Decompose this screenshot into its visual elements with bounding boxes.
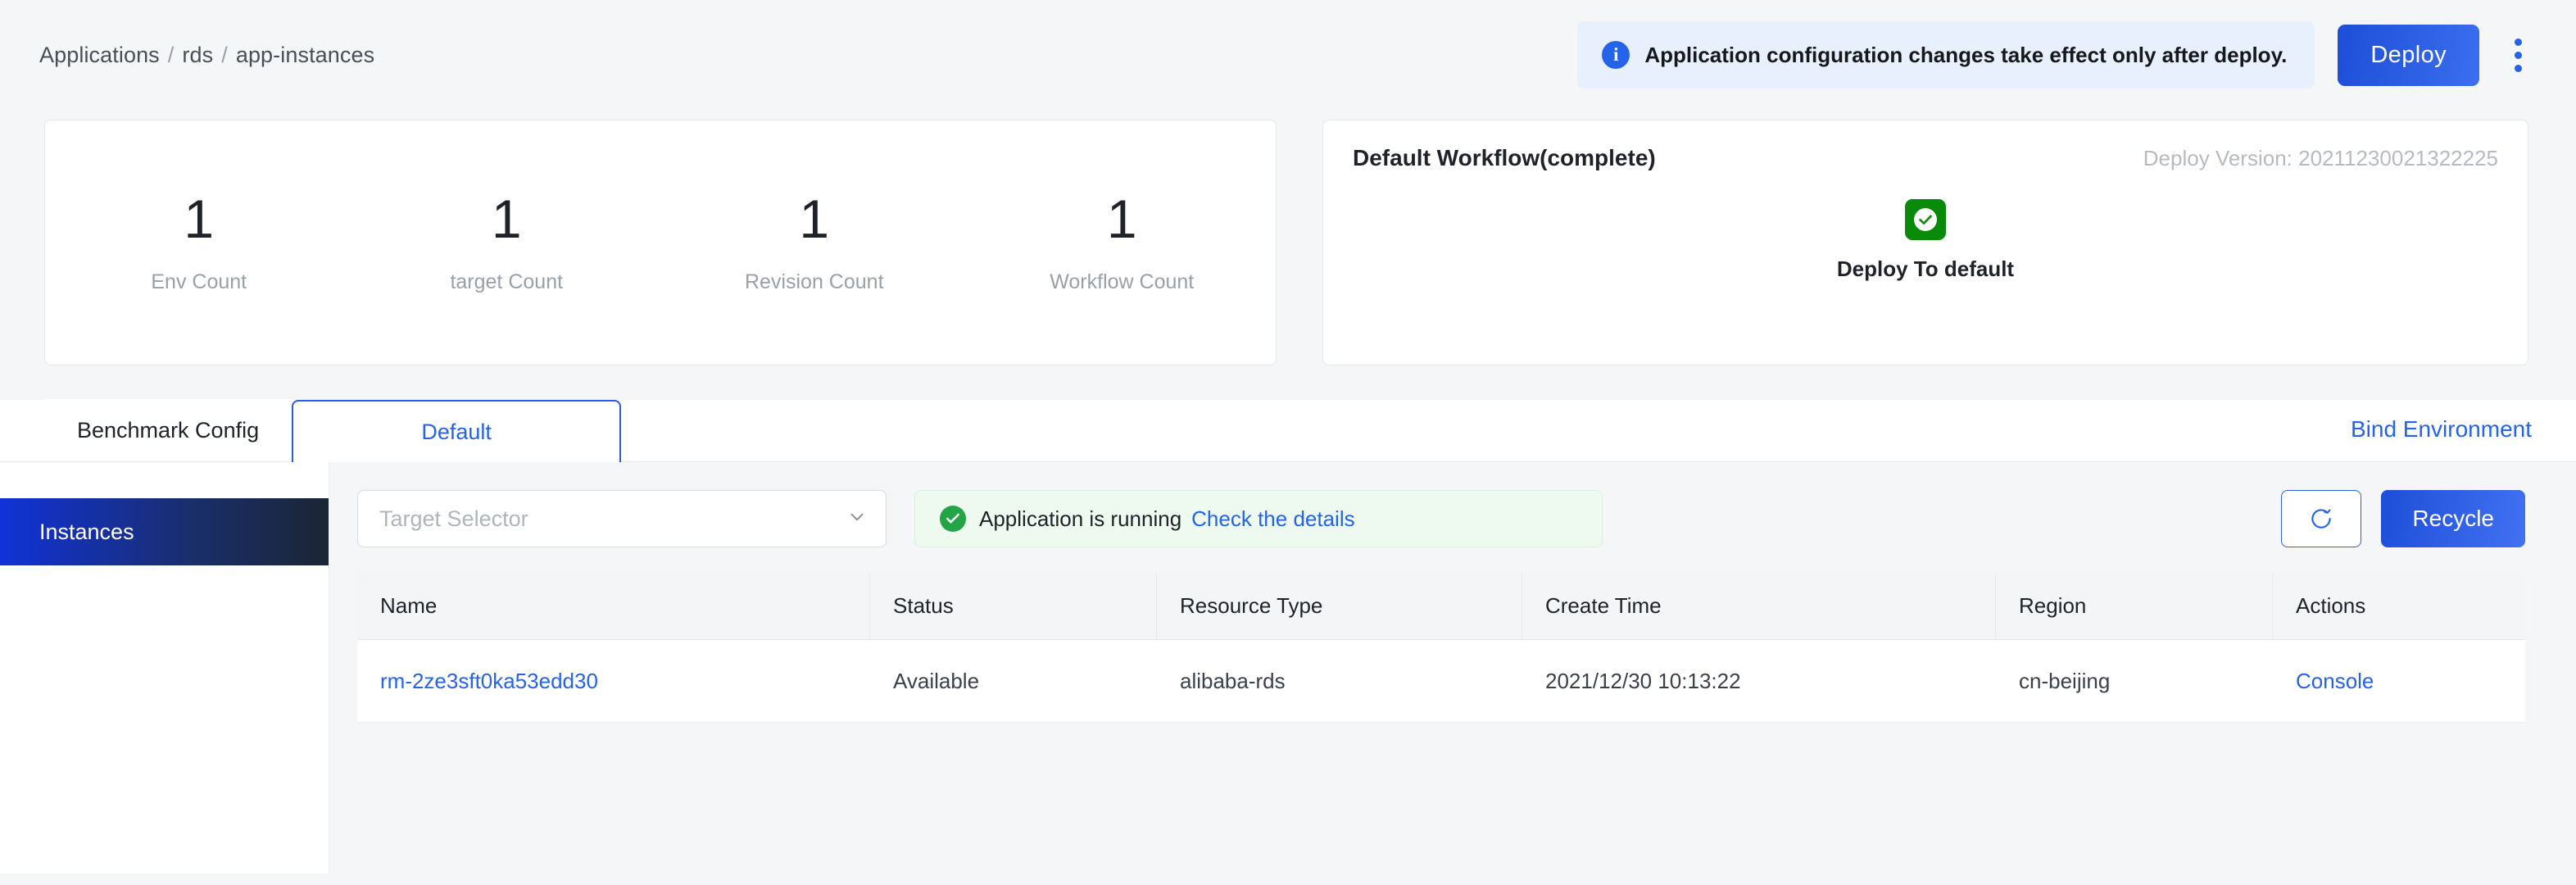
cell-name: rm-2ze3sft0ka53edd30 <box>357 640 870 722</box>
stat-value: 1 <box>45 192 353 246</box>
column-header-create-time[interactable]: Create Time <box>1522 572 1996 639</box>
cell-region: cn-beijing <box>1996 640 2273 722</box>
breadcrumb-item-applications[interactable]: Applications <box>39 43 160 67</box>
workflow-node-label: Deploy To default <box>1837 256 2014 282</box>
stats-card: 1 Env Count 1 target Count 1 Revision Co… <box>44 120 1277 365</box>
main-body: Instances Target Selector Application is… <box>0 462 2576 874</box>
workflow-title: Default Workflow(complete) <box>1353 145 1656 171</box>
bind-environment-link[interactable]: Bind Environment <box>2351 416 2532 446</box>
cell-resource-type: alibaba-rds <box>1157 640 1522 722</box>
chevron-down-icon <box>846 506 868 532</box>
deploy-version-label: Deploy Version: 20211230021322225 <box>2143 146 2498 171</box>
app-status-alert: Application is running Check the details <box>914 490 1603 547</box>
column-header-status[interactable]: Status <box>870 572 1157 639</box>
deploy-notice-banner: i Application configuration changes take… <box>1577 21 2315 88</box>
stat-revision-count: 1 Revision Count <box>660 192 968 294</box>
check-success-icon <box>1905 199 1946 240</box>
breadcrumb-separator: / <box>160 43 183 67</box>
top-bar: Applications/rds/app-instances i Applica… <box>0 0 2576 110</box>
stat-workflow-count: 1 Workflow Count <box>968 192 1277 294</box>
deploy-notice-text: Application configuration changes take e… <box>1644 43 2287 68</box>
content-area: Target Selector Application is running C… <box>329 462 2576 874</box>
refresh-icon[interactable] <box>2281 490 2361 547</box>
kebab-menu-icon[interactable] <box>2489 26 2547 84</box>
breadcrumb-item-app-instances[interactable]: app-instances <box>236 43 374 67</box>
info-icon: i <box>1602 41 1630 69</box>
cell-create-time: 2021/12/30 10:13:22 <box>1522 640 1996 722</box>
stat-env-count: 1 Env Count <box>45 192 353 294</box>
stat-value: 1 <box>660 192 968 246</box>
stat-value: 1 <box>968 192 1277 246</box>
top-bar-actions: i Application configuration changes take… <box>1577 21 2547 88</box>
target-selector-placeholder: Target Selector <box>379 506 528 532</box>
table-row: rm-2ze3sft0ka53edd30 Available alibaba-r… <box>357 640 2525 723</box>
column-header-name[interactable]: Name <box>357 572 870 639</box>
instances-table: Name Status Resource Type Create Time Re… <box>357 572 2525 723</box>
check-circle-icon <box>940 506 966 532</box>
stat-label: Revision Count <box>660 270 968 294</box>
workflow-graph: Deploy To default <box>1353 199 2498 282</box>
sidebar-item-label: Instances <box>39 520 134 545</box>
tab-bar: Benchmark Config Default Bind Environmen… <box>0 400 2576 462</box>
stat-label: Env Count <box>45 270 353 294</box>
sidebar-item-instances[interactable]: Instances <box>0 498 329 565</box>
tab-default[interactable]: Default <box>292 400 621 462</box>
workflow-header: Default Workflow(complete) Deploy Versio… <box>1353 145 2498 171</box>
summary-cards-row: 1 Env Count 1 target Count 1 Revision Co… <box>0 110 2576 365</box>
stat-label: target Count <box>353 270 661 294</box>
deploy-button[interactable]: Deploy <box>2338 25 2479 86</box>
stat-value: 1 <box>353 192 661 246</box>
stat-target-count: 1 target Count <box>353 192 661 294</box>
cell-actions: Console <box>2273 640 2525 722</box>
table-header-row: Name Status Resource Type Create Time Re… <box>357 572 2525 640</box>
column-header-actions[interactable]: Actions <box>2273 572 2525 639</box>
recycle-button[interactable]: Recycle <box>2381 490 2525 547</box>
breadcrumb-separator: / <box>213 43 236 67</box>
target-selector-dropdown[interactable]: Target Selector <box>357 490 887 547</box>
console-link[interactable]: Console <box>2296 669 2374 694</box>
workflow-card: Default Workflow(complete) Deploy Versio… <box>1322 120 2528 365</box>
column-header-resource-type[interactable]: Resource Type <box>1157 572 1522 639</box>
tab-list: Benchmark Config Default <box>44 400 621 461</box>
left-side-panel: Instances <box>0 462 329 874</box>
stat-label: Workflow Count <box>968 270 1277 294</box>
app-status-text: Application is running <box>979 506 1181 532</box>
content-toolbar: Target Selector Application is running C… <box>357 490 2525 547</box>
tab-benchmark-config[interactable]: Benchmark Config <box>44 399 292 461</box>
check-details-link[interactable]: Check the details <box>1191 506 1354 532</box>
column-header-region[interactable]: Region <box>1996 572 2273 639</box>
table-body: rm-2ze3sft0ka53edd30 Available alibaba-r… <box>357 640 2525 723</box>
instance-name-link[interactable]: rm-2ze3sft0ka53edd30 <box>380 669 598 694</box>
toolbar-actions: Recycle <box>2281 490 2525 547</box>
breadcrumb: Applications/rds/app-instances <box>39 43 374 68</box>
breadcrumb-item-rds[interactable]: rds <box>182 43 213 67</box>
cell-status: Available <box>870 640 1157 722</box>
